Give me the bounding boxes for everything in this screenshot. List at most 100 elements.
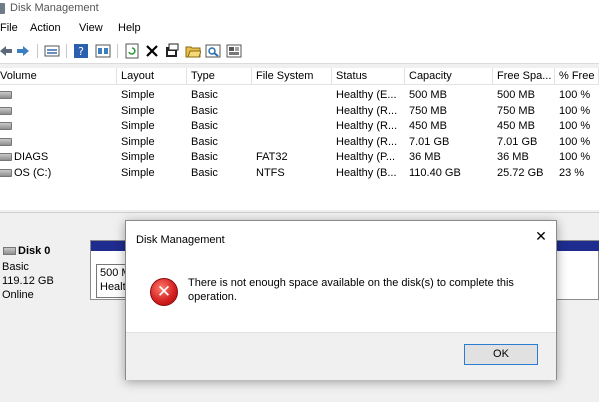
cell-layout: Simple xyxy=(121,151,155,163)
table-row[interactable]: OS (C:) Simple Basic NTFS Healthy (B... 110.4… xyxy=(0,166,599,181)
disk-list-icon[interactable] xyxy=(44,43,60,59)
table-row[interactable]: DIAGS Simple Basic FAT32 Healthy (P... 36 MB 3… xyxy=(0,150,599,165)
cell-layout: Simple xyxy=(121,104,155,117)
cell-free-space: 25.72 GB xyxy=(497,166,544,179)
cell-volume xyxy=(0,135,14,150)
column-header-percent-free[interactable]: % Free xyxy=(555,68,599,85)
cell-layout: Simple xyxy=(121,166,155,179)
open-folder-icon[interactable] xyxy=(185,43,201,59)
disk-status: Online xyxy=(2,289,34,301)
menu-file[interactable]: File xyxy=(0,22,18,34)
cell-free-space: 7.01 GB xyxy=(497,135,538,148)
cell-free-space: 450 MB xyxy=(497,120,535,132)
cell-percent-free: 100 % xyxy=(559,104,591,117)
cell-layout: Simple xyxy=(121,89,155,101)
refresh-icon[interactable] xyxy=(124,43,140,59)
dialog-title: Disk Management xyxy=(136,234,225,246)
volume-icon xyxy=(0,91,12,100)
toolbar-separator xyxy=(66,44,67,58)
menu-help[interactable]: Help xyxy=(118,22,141,34)
table-row[interactable]: Simple Basic Healthy (R... 750 MB 750 MB 100 … xyxy=(0,104,599,119)
cell-percent-free: 100 % xyxy=(559,89,591,101)
settings-icon[interactable] xyxy=(164,43,180,59)
title-bar: Disk Management xyxy=(0,0,599,19)
disk-info[interactable]: Disk 0 Basic 119.12 GB Online xyxy=(0,240,90,301)
volume-list: Volume Layout Type File System Status Ca… xyxy=(0,68,599,210)
disk-type: Basic xyxy=(2,261,29,273)
delete-icon[interactable] xyxy=(144,43,160,59)
cell-status: Healthy (R... xyxy=(336,120,398,132)
column-header-layout[interactable]: Layout xyxy=(117,68,187,85)
cell-free-space: 750 MB xyxy=(497,104,535,117)
cell-status: Healthy (R... xyxy=(336,135,398,148)
cell-capacity: 750 MB xyxy=(409,104,447,117)
volume-icon xyxy=(0,122,12,131)
menu-action[interactable]: Action xyxy=(30,22,61,34)
toolbar-separator xyxy=(117,44,118,58)
volume-name: DIAGS xyxy=(14,151,49,163)
disk-icon xyxy=(3,247,16,255)
partition-status: Healt xyxy=(100,281,126,293)
cell-free-space: 500 MB xyxy=(497,89,535,101)
cell-type: Basic xyxy=(191,104,218,117)
cell-layout: Simple xyxy=(121,135,155,148)
error-dialog: Disk Management ✕ ✕ There is not enough … xyxy=(125,220,557,380)
table-row[interactable]: Simple Basic Healthy (R... 450 MB 450 MB 100 … xyxy=(0,119,599,134)
cell-volume xyxy=(0,104,14,119)
table-row[interactable]: Simple Basic Healthy (E... 500 MB 500 MB 100 … xyxy=(0,88,599,103)
svg-text:?: ? xyxy=(78,45,84,58)
ok-button[interactable]: OK xyxy=(464,344,538,365)
help-icon[interactable]: ? xyxy=(73,43,89,59)
cell-capacity: 500 MB xyxy=(409,89,447,101)
cell-status: Healthy (R... xyxy=(336,104,398,117)
window-title: Disk Management xyxy=(10,2,99,14)
properties-icon[interactable] xyxy=(95,43,111,59)
cell-type: Basic xyxy=(191,120,218,132)
cell-percent-free: 100 % xyxy=(559,151,591,163)
cell-volume xyxy=(0,88,14,103)
cell-capacity: 36 MB xyxy=(409,151,441,163)
volume-icon xyxy=(0,153,12,162)
volume-icon xyxy=(0,137,12,146)
column-header-volume[interactable]: Volume xyxy=(0,68,117,85)
dialog-message: There is not enough space available on t… xyxy=(188,277,514,303)
disk-name: Disk 0 xyxy=(18,245,51,257)
volume-icon xyxy=(0,106,12,115)
volume-name: OS (C:) xyxy=(14,166,52,179)
back-icon[interactable] xyxy=(0,43,14,59)
forward-icon[interactable] xyxy=(15,43,31,59)
cell-status: Healthy (B... xyxy=(336,166,397,179)
volume-icon xyxy=(0,168,12,177)
cell-percent-free: 100 % xyxy=(559,135,591,148)
toolbar-separator xyxy=(37,44,38,58)
cell-layout: Simple xyxy=(121,120,155,132)
toolbar: ? xyxy=(0,39,599,64)
close-icon[interactable]: ✕ xyxy=(533,228,549,244)
cell-percent-free: 23 % xyxy=(559,166,585,179)
error-icon: ✕ xyxy=(150,278,178,306)
column-header-file-system[interactable]: File System xyxy=(252,68,332,85)
cell-file-system: FAT32 xyxy=(256,151,288,163)
column-header-type[interactable]: Type xyxy=(187,68,252,85)
menu-view[interactable]: View xyxy=(79,22,103,34)
disk-props-icon[interactable] xyxy=(226,43,242,59)
cell-free-space: 36 MB xyxy=(497,151,529,163)
menu-bar: File Action View Help xyxy=(0,19,599,39)
column-header-free-space[interactable]: Free Spa... xyxy=(493,68,555,85)
cell-status: Healthy (E... xyxy=(336,89,397,101)
cell-capacity: 110.40 GB xyxy=(409,166,461,179)
cell-percent-free: 100 % xyxy=(559,120,591,132)
column-header-capacity[interactable]: Capacity xyxy=(405,68,493,85)
cell-volume xyxy=(0,119,14,134)
cell-capacity: 450 MB xyxy=(409,120,447,132)
cell-type: Basic xyxy=(191,89,218,101)
find-icon[interactable] xyxy=(205,43,221,59)
disk-management-app-icon xyxy=(0,3,5,14)
cell-status: Healthy (P... xyxy=(336,151,396,163)
table-row[interactable]: Simple Basic Healthy (R... 7.01 GB 7.01 GB 10… xyxy=(0,135,599,150)
column-header-status[interactable]: Status xyxy=(332,68,405,85)
disk-size: 119.12 GB xyxy=(2,275,54,287)
dialog-footer: OK xyxy=(126,332,556,380)
cell-volume: OS (C:) xyxy=(0,166,51,181)
cell-volume: DIAGS xyxy=(0,150,48,165)
